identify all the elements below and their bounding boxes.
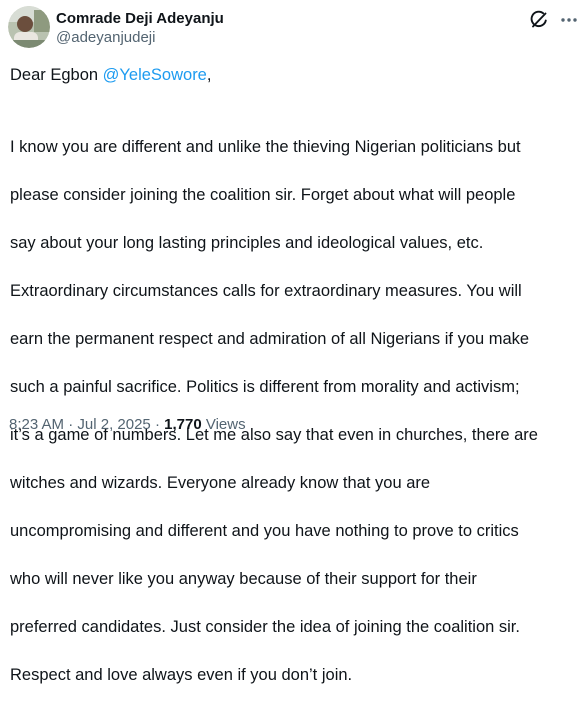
- tweet-line: preferred candidates. Just consider the …: [10, 618, 520, 636]
- author-names: Comrade Deji Adeyanju @adeyanjudeji: [56, 10, 224, 48]
- tweet-paragraph: I know you are different and unlike the …: [10, 111, 580, 711]
- avatar-image: [8, 6, 50, 48]
- views-label: Views: [201, 416, 246, 433]
- meta-separator: ·: [64, 416, 78, 433]
- more-options-icon[interactable]: [559, 12, 579, 28]
- author-handle[interactable]: @adeyanjudeji: [56, 28, 224, 48]
- tweet-line: witches and wizards. Everyone already kn…: [10, 474, 431, 492]
- avatar[interactable]: [8, 6, 50, 48]
- tweet-text: Dear Egbon @YeleSowore, I know you are d…: [10, 63, 580, 711]
- tweet-line: earn the permanent respect and admiratio…: [10, 330, 530, 348]
- tweet: Comrade Deji Adeyanju @adeyanjudeji Dear…: [0, 0, 587, 684]
- tweet-line: I know you are different and unlike the …: [10, 138, 521, 156]
- tweet-line: Extraordinary circumstances calls for ex…: [10, 282, 522, 300]
- greeting-prefix: Dear Egbon: [10, 66, 103, 84]
- author-display-name[interactable]: Comrade Deji Adeyanju: [56, 10, 224, 28]
- mention-link[interactable]: @YeleSowore: [103, 66, 207, 84]
- grok-icon[interactable]: [529, 10, 549, 30]
- tweet-date[interactable]: Jul 2, 2025: [77, 416, 150, 433]
- meta-separator: ·: [150, 416, 165, 433]
- tweet-header: Comrade Deji Adeyanju @adeyanjudeji: [8, 6, 579, 52]
- tweet-line: please consider joining the coalition si…: [10, 186, 516, 204]
- tweet-line: who will never like you anyway because o…: [10, 570, 477, 588]
- tweet-line: uncompromising and different and you hav…: [10, 522, 519, 540]
- tweet-line: say about your long lasting principles a…: [10, 234, 484, 252]
- tweet-meta: 8:23 AM · Jul 2, 2025 · 1,770 Views: [9, 415, 246, 435]
- tweet-time[interactable]: 8:23 AM: [9, 416, 64, 433]
- tweet-line: Respect and love always even if you don’…: [10, 666, 353, 684]
- greeting-suffix: ,: [206, 66, 212, 84]
- views-count: 1,770: [164, 416, 202, 433]
- tweet-line: such a painful sacrifice. Politics is di…: [10, 378, 520, 396]
- tweet-greeting: Dear Egbon @YeleSowore,: [10, 63, 580, 87]
